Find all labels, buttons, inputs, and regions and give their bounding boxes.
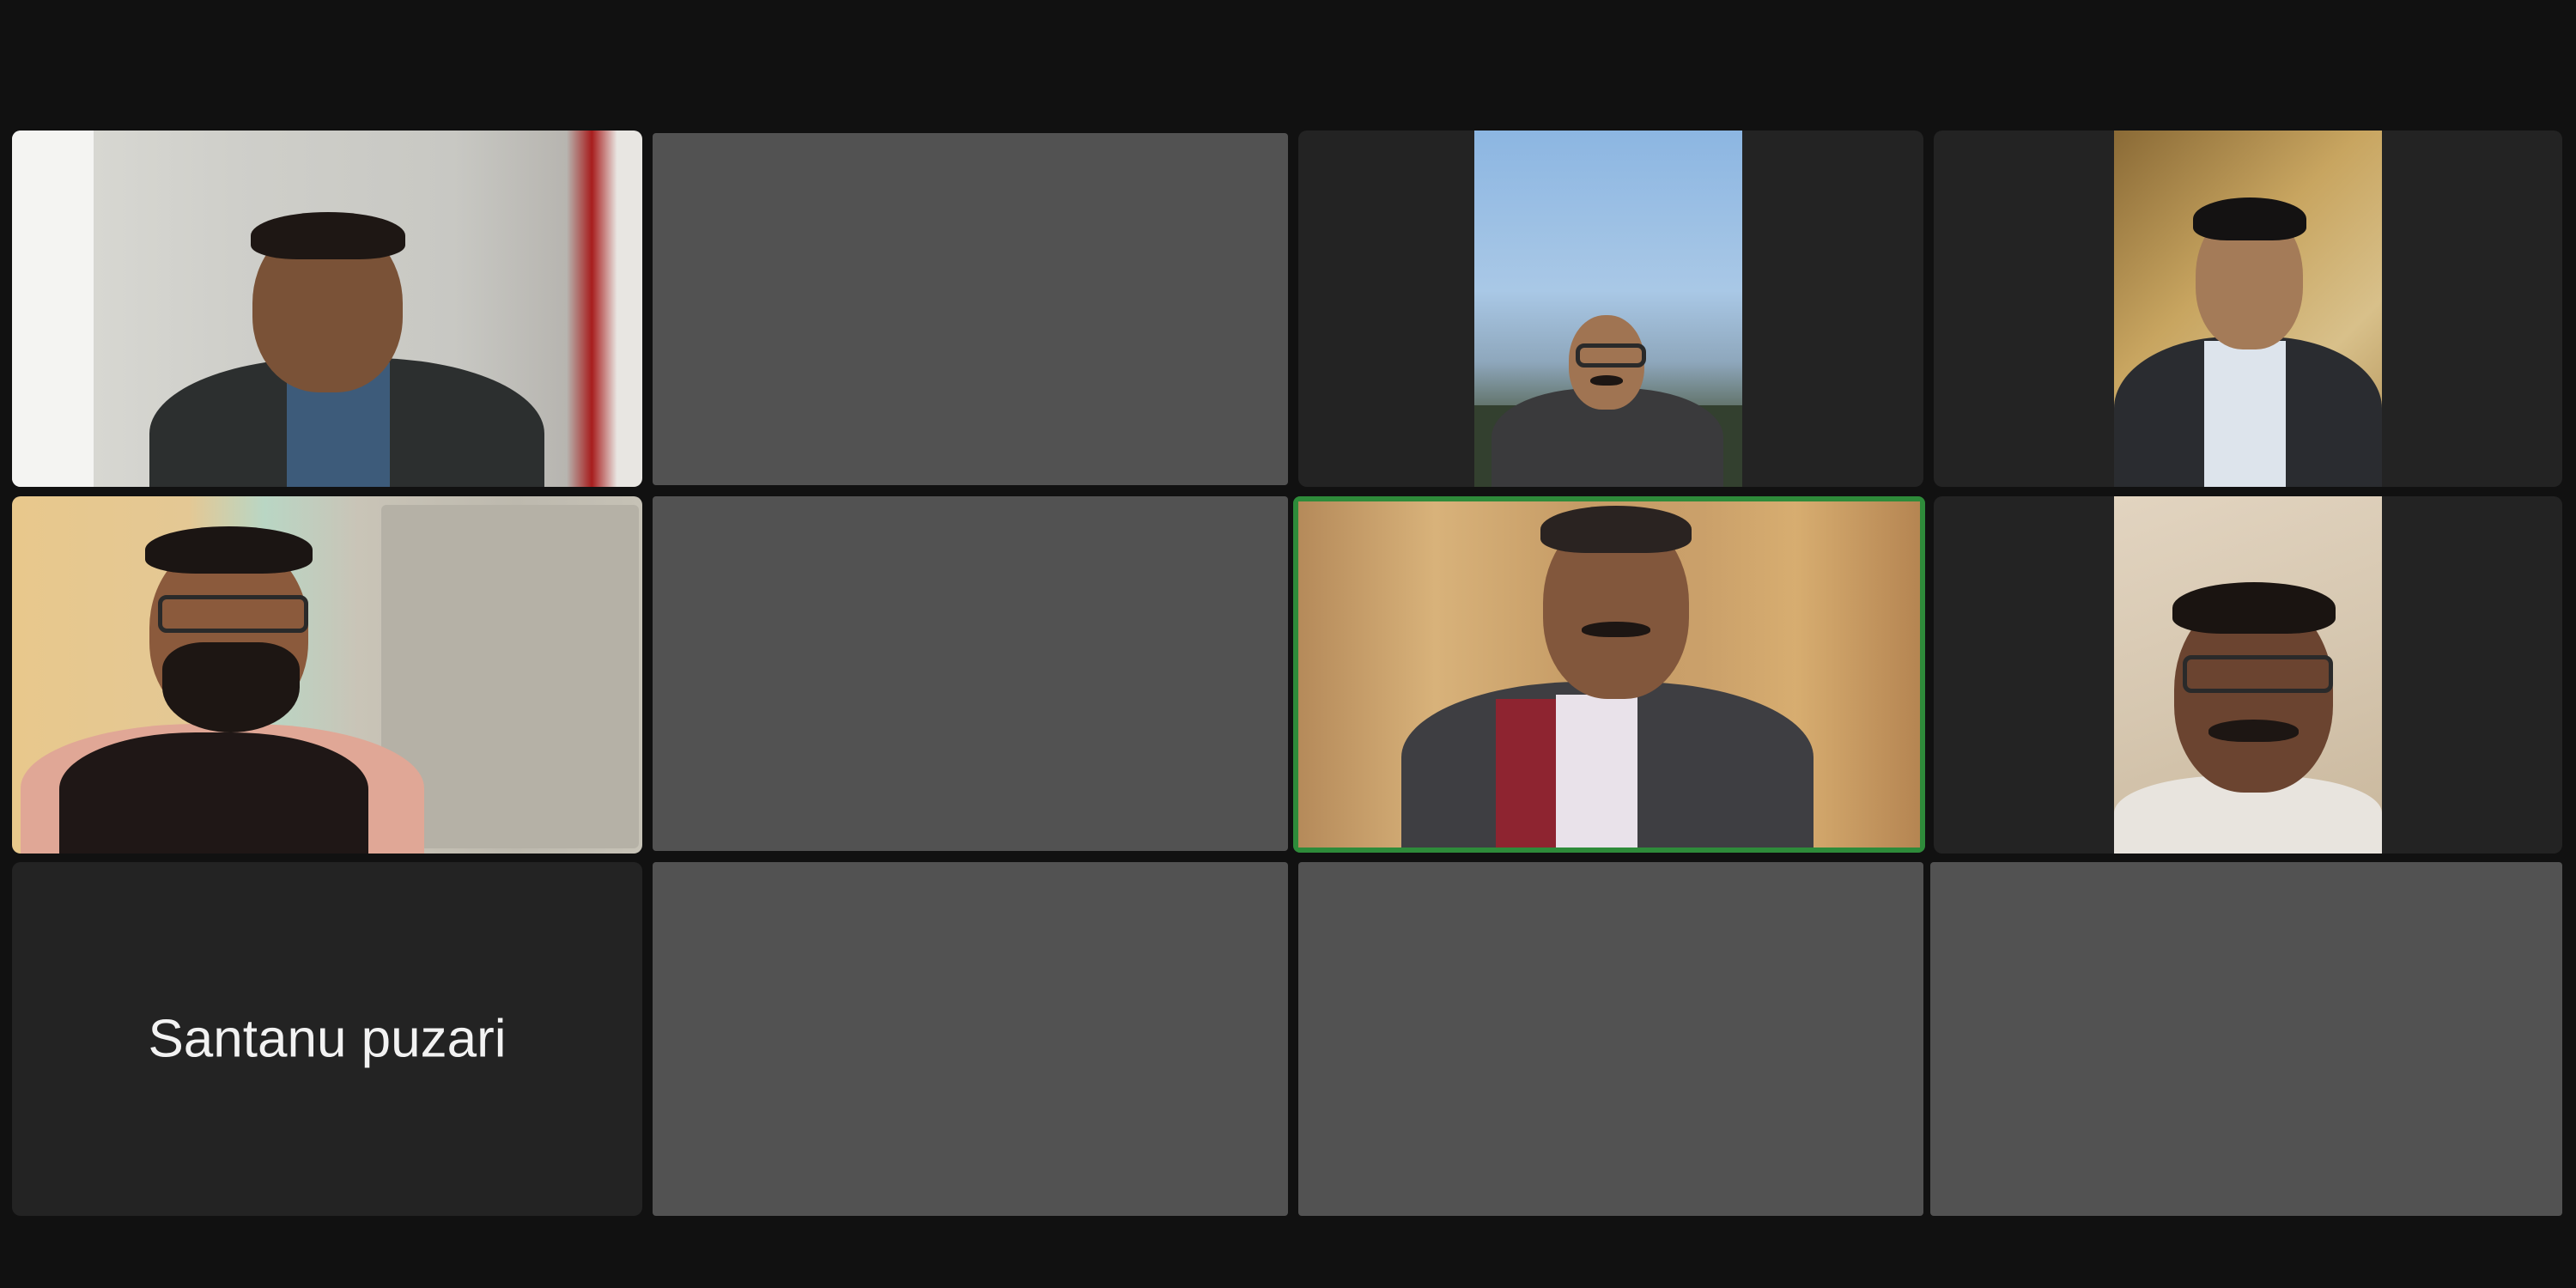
participant-tile-8[interactable] [1934, 496, 2562, 854]
participant-tile-5[interactable] [12, 496, 642, 854]
participant-tile-12[interactable] [1930, 862, 2562, 1216]
participant-figure-3 [1474, 311, 1742, 487]
participant-tile-7-active-speaker[interactable] [1293, 496, 1925, 853]
participant-video-8 [2114, 496, 2382, 854]
participant-video-4 [2114, 131, 2382, 487]
participant-figure-1 [149, 212, 579, 487]
participant-figure-4 [2114, 191, 2382, 487]
participant-name: Santanu puzari [148, 1009, 507, 1069]
participant-video-5 [12, 496, 642, 854]
participant-video-7 [1298, 501, 1920, 848]
participant-tile-6[interactable] [653, 496, 1288, 851]
participant-tile-10[interactable] [653, 862, 1288, 1216]
participant-tile-9[interactable]: Santanu puzari [12, 862, 642, 1216]
participant-figure-5 [21, 522, 433, 854]
participant-tile-11[interactable] [1298, 862, 1923, 1216]
participant-figure-8 [2114, 582, 2382, 854]
participant-tile-2[interactable] [653, 133, 1288, 485]
participant-figure-7 [1401, 501, 1831, 848]
participant-video-3 [1474, 131, 1742, 487]
participant-tile-1[interactable] [12, 131, 642, 487]
participant-tile-3[interactable] [1298, 131, 1923, 487]
participant-tile-4[interactable] [1934, 131, 2562, 487]
participant-video-1 [12, 131, 642, 487]
